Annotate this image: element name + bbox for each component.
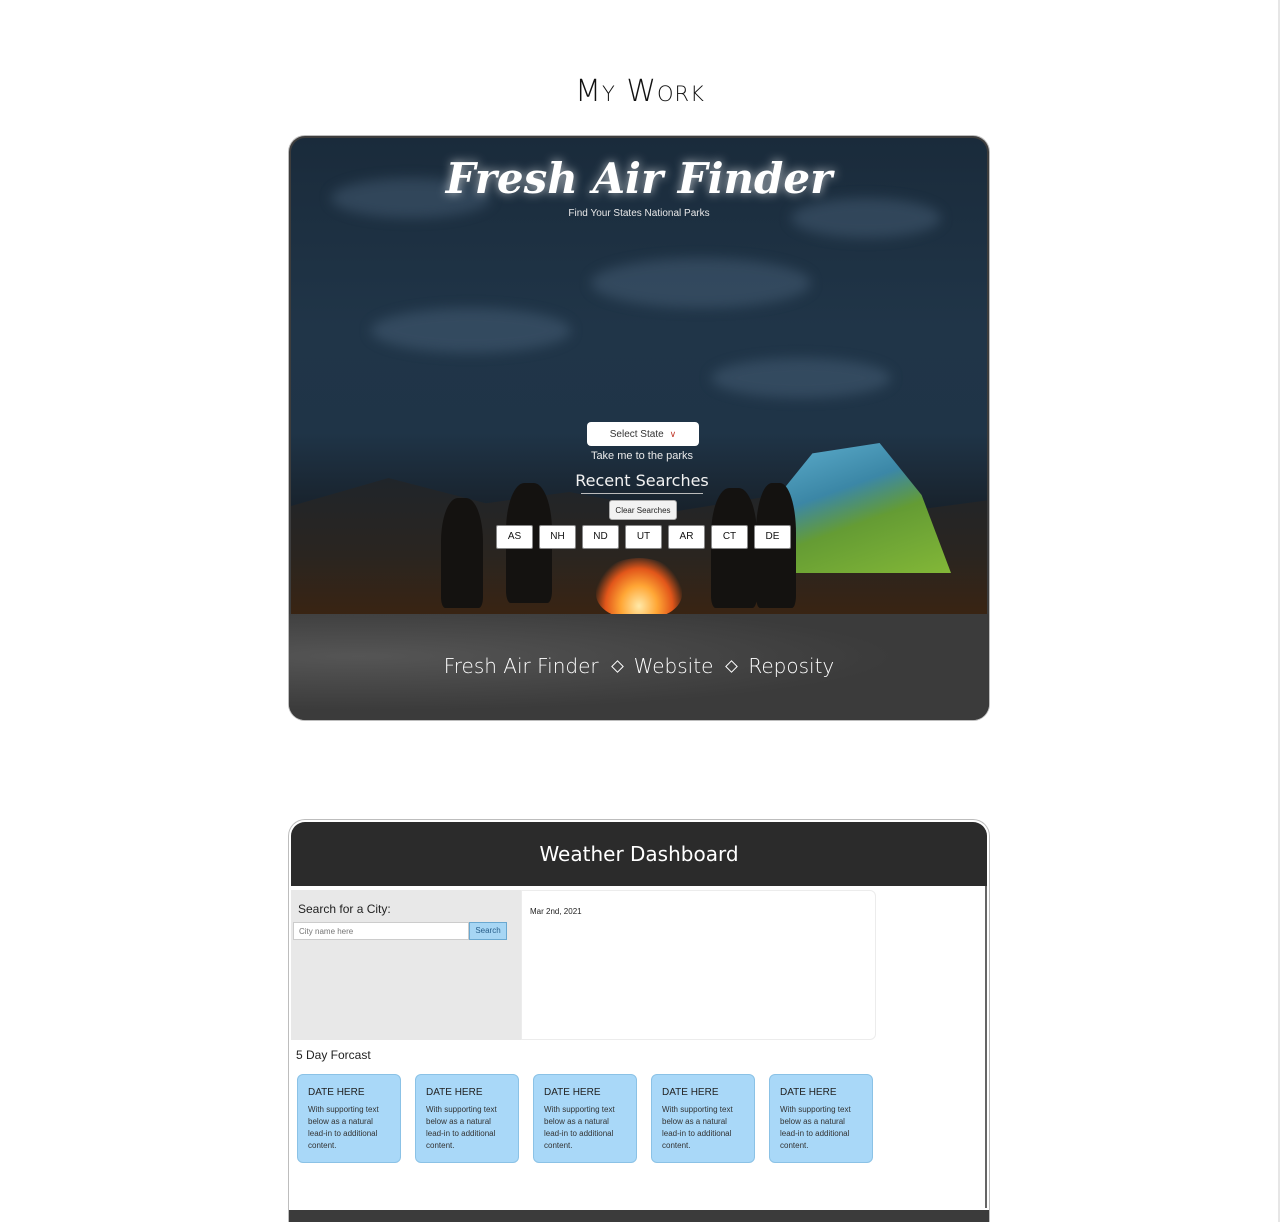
state-button-as[interactable]: AS [496,525,533,549]
search-panel: Search for a City: Search [291,890,521,1040]
forecast-card: DATE HERE With supporting text below as … [533,1074,637,1163]
heading-underline [581,493,703,494]
forecast-card-title: DATE HERE [662,1087,719,1098]
section-title: My Work [575,74,705,109]
forecast-card-title: DATE HERE [780,1087,837,1098]
person-silhouette [441,498,483,608]
forecast-list: DATE HERE With supporting text below as … [297,1074,873,1163]
cloud-shape [711,358,891,398]
recent-searches-heading: Recent Searches [575,471,709,490]
state-button-nd[interactable]: ND [582,525,619,549]
project-card-weather-dashboard: Weather Dashboard Search for a City: Sea… [289,820,989,1222]
forecast-card-title: DATE HERE [426,1087,483,1098]
forecast-card: DATE HERE With supporting text below as … [415,1074,519,1163]
repository-link[interactable]: Reposity [748,654,834,678]
forecast-heading: 5 Day Forcast [296,1048,371,1062]
take-me-link[interactable]: Take me to the parks [291,450,987,462]
forecast-card-text: With supporting text below as a natural … [426,1105,497,1150]
diamond-icon [725,659,739,673]
state-button-nh[interactable]: NH [539,525,576,549]
state-button-ct[interactable]: CT [711,525,748,549]
project-card-fresh-air-finder: Fresh Air Finder Find Your States Nation… [289,136,989,720]
forecast-card-title: DATE HERE [544,1087,601,1098]
cloud-shape [371,308,571,353]
state-button-ar[interactable]: AR [668,525,705,549]
clear-searches-button[interactable]: Clear Searches [609,500,677,520]
project-footer: Fresh Air Finder Website Reposity [289,614,989,720]
search-label: Search for a City: [298,902,391,916]
state-button-ut[interactable]: UT [625,525,662,549]
current-date: Mar 2nd, 2021 [530,907,582,916]
app-subtitle: Find Your States National Parks [568,208,710,219]
forecast-card: DATE HERE With supporting text below as … [651,1074,755,1163]
state-select[interactable]: Select State ∨ [587,422,699,446]
forecast-card-text: With supporting text below as a natural … [308,1105,379,1150]
recent-states-list: AS NH ND UT AR CT DE [496,525,791,549]
state-button-de[interactable]: DE [754,525,791,549]
project-name: Fresh Air Finder [443,654,599,678]
city-search-input[interactable] [293,922,469,940]
project-screenshot[interactable]: Search for a City: Search Mar 2nd, 2021 … [291,886,987,1208]
select-placeholder: Select State [609,429,664,440]
diamond-icon [610,659,624,673]
weather-dashboard-header: Weather Dashboard [291,822,987,886]
search-button[interactable]: Search [469,922,507,940]
chevron-down-icon: ∨ [669,429,677,439]
project-links: Fresh Air Finder Website Reposity [289,654,989,678]
forecast-card-text: With supporting text below as a natural … [544,1105,615,1150]
project-footer [289,1210,989,1222]
current-weather-panel: Mar 2nd, 2021 [521,890,876,1040]
campfire-image [596,558,682,614]
app-title: Fresh Air Finder [445,154,833,203]
website-link[interactable]: Website [634,654,714,678]
cloud-shape [591,258,811,308]
forecast-card: DATE HERE With supporting text below as … [769,1074,873,1163]
forecast-card-text: With supporting text below as a natural … [662,1105,733,1150]
forecast-card-text: With supporting text below as a natural … [780,1105,851,1150]
forecast-card: DATE HERE With supporting text below as … [297,1074,401,1163]
forecast-card-title: DATE HERE [308,1087,365,1098]
project-screenshot[interactable]: Fresh Air Finder Find Your States Nation… [291,138,987,614]
